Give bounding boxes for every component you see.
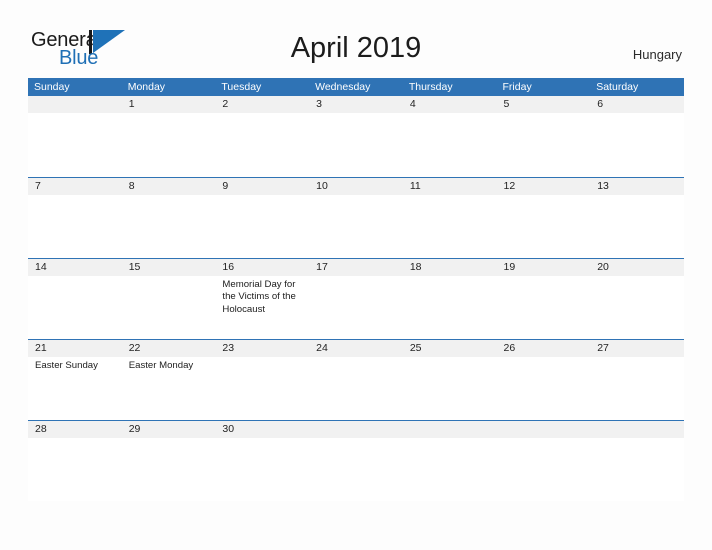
day-event [122,113,216,175]
week-event-cells [28,195,684,257]
week-date-numbers: 28 29 30 [28,421,684,438]
day-number[interactable]: 25 [403,340,497,357]
day-event [403,357,497,419]
day-event-holiday: Memorial Day for the Victims of the Holo… [222,279,296,315]
week-event-cells: Memorial Day for the Victims of the Holo… [28,276,684,338]
week-date-numbers: 14 15 16 17 18 19 20 [28,259,684,276]
day-event [215,195,309,257]
weekday-header-sunday: Sunday [34,81,70,93]
weekday-header-wednesday: Wednesday [315,81,371,93]
region-label: Hungary [632,47,682,62]
day-number[interactable]: 3 [309,96,403,113]
weekday-header-monday: Monday [127,81,166,93]
day-number[interactable] [497,421,591,438]
week-event-cells [28,438,684,500]
day-event [590,276,684,338]
weekday-header-tuesday: Tuesday [221,81,262,93]
day-number[interactable]: 8 [122,178,216,195]
day-event [309,438,403,500]
day-event [28,438,122,500]
weekday-header-row: Sunday Monday Tuesday Wednesday Thursday… [28,78,684,96]
day-number[interactable] [403,421,497,438]
calendar-table: Sunday Monday Tuesday Wednesday Thursday… [28,78,684,526]
week-row: 1 2 3 4 5 6 [28,96,684,177]
day-event [497,195,591,257]
day-number[interactable]: 17 [309,259,403,276]
week-row: 7 8 9 10 11 12 13 [28,177,684,258]
day-number[interactable]: 22 [122,340,216,357]
day-number[interactable]: 19 [497,259,591,276]
week-row: 28 29 30 [28,420,684,501]
day-event [590,113,684,175]
week-date-numbers: 1 2 3 4 5 6 [28,96,684,113]
day-event [215,113,309,175]
week-row: 14 15 16 17 18 19 20 Memorial Day for th… [28,258,684,339]
day-number[interactable]: 20 [590,259,684,276]
day-event [122,438,216,500]
day-event [497,113,591,175]
day-number[interactable]: 18 [403,259,497,276]
day-number[interactable]: 2 [215,96,309,113]
day-number[interactable]: 15 [122,259,216,276]
day-event [215,357,309,419]
day-event [403,276,497,338]
day-event [403,438,497,500]
day-number[interactable]: 27 [590,340,684,357]
day-number[interactable]: 10 [309,178,403,195]
day-number[interactable]: 23 [215,340,309,357]
page-title: April 2019 [290,32,422,64]
day-number[interactable]: 1 [122,96,216,113]
week-date-numbers: 21 22 23 24 25 26 27 [28,340,684,357]
weekday-header-saturday: Saturday [596,81,639,93]
day-event [309,195,403,257]
week-date-numbers: 7 8 9 10 11 12 13 [28,178,684,195]
day-number[interactable] [309,421,403,438]
day-number[interactable]: 30 [215,421,309,438]
day-number[interactable] [590,421,684,438]
day-number[interactable]: 29 [122,421,216,438]
weekday-header-thursday: Thursday [408,81,453,93]
day-number[interactable]: 11 [403,178,497,195]
day-event [28,113,122,175]
day-event [590,438,684,500]
day-event [215,438,309,500]
day-number[interactable]: 4 [403,96,497,113]
weekday-header-friday: Friday [502,81,532,93]
day-number[interactable]: 6 [590,96,684,113]
day-number[interactable]: 14 [28,259,122,276]
day-event [28,276,122,338]
day-event-holiday: Easter Sunday [35,360,98,371]
day-event [590,357,684,419]
day-event-holiday: Easter Monday [128,360,194,371]
day-number[interactable]: 7 [28,178,122,195]
day-number[interactable]: 13 [590,178,684,195]
day-event [122,276,216,338]
day-event [497,357,591,419]
day-number[interactable]: 16 [215,259,309,276]
week-event-cells [28,113,684,175]
day-event [403,113,497,175]
day-number[interactable] [28,96,122,113]
day-number[interactable]: 24 [309,340,403,357]
day-number[interactable]: 12 [497,178,591,195]
day-event [497,438,591,500]
week-event-cells: Easter Sunday Easter Monday [28,357,684,419]
calendar-page: General Blue April 2019 Hungary Sunday M… [0,0,712,550]
day-event [309,113,403,175]
page-header: General Blue April 2019 Hungary [0,0,712,78]
day-event [309,357,403,419]
day-number[interactable]: 9 [215,178,309,195]
day-number[interactable]: 26 [497,340,591,357]
week-row: 21 22 23 24 25 26 27 Easter Sunday Easte… [28,339,684,420]
day-event [497,276,591,338]
day-event [309,276,403,338]
day-event [122,195,216,257]
day-event [403,195,497,257]
day-number[interactable]: 28 [28,421,122,438]
day-event [28,195,122,257]
day-number[interactable]: 5 [497,96,591,113]
day-number[interactable]: 21 [28,340,122,357]
day-event [590,195,684,257]
